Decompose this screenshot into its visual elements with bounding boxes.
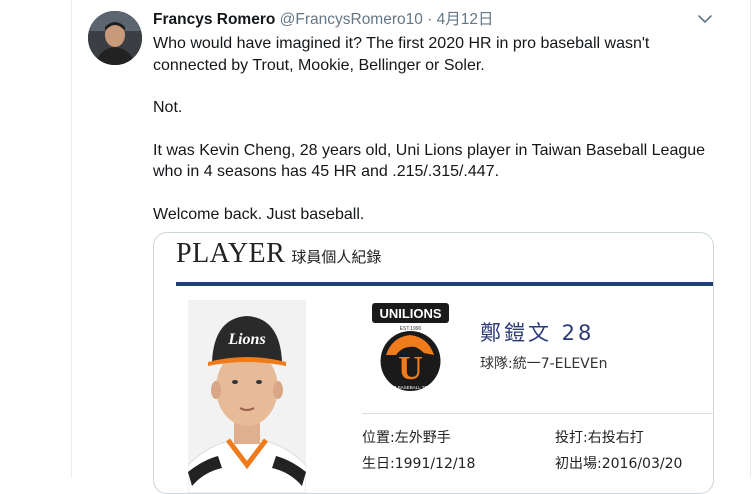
tweet-date[interactable]: 4月12日 [437,11,494,28]
player-position: 位置:左外野手 [362,430,451,446]
card-title-player: PLAYER [176,238,286,269]
player-team: 球隊:統一7-ELEVEn [480,356,608,372]
tweet-paragraph: Welcome back. Just baseball. [153,205,365,223]
avatar[interactable] [88,11,142,65]
logo-wordmark: UNILIONS [379,306,441,321]
tweet-text: Who would have imagined it? The first 20… [153,33,713,225]
timeline-divider-right [750,0,751,478]
cap-logo-text: Lions [227,331,265,348]
logo-letter: U [398,350,423,387]
author-handle[interactable]: @FrancysRomero10 [280,11,423,28]
player-throws-bats: 投打:右投右打 [555,430,644,446]
card-title: PLAYER 球員個人紀錄 [176,238,381,270]
tweet-paragraph: It was Kevin Cheng, 28 years old, Uni Li… [153,141,706,181]
logo-tagline: PRO BASEBALL TEAM [387,385,435,390]
team-logo: UNILIONS EST.1990 U PRO BASEBALL TEAM [372,303,449,395]
info-divider [362,413,713,414]
chevron-down-icon[interactable] [695,9,715,29]
tweet-paragraph: Not. [153,99,183,116]
timeline-divider-left [71,0,72,478]
player-birthdate: 生日:1991/12/18 [362,456,476,472]
avatar-image [88,11,142,65]
author-name[interactable]: Francys Romero [153,11,275,28]
tweet-header: Francys Romero @FrancysRomero10 · 4月12日 [153,10,494,30]
header-separator: · [427,11,433,28]
player-name: 鄭鎧文 28 [480,321,595,345]
card-title-subtitle: 球員個人紀錄 [291,248,382,266]
player-debut: 初出場:2016/03/20 [555,456,683,472]
card-title-bar [176,282,713,286]
media-card[interactable]: PLAYER 球員個人紀錄 Lions UNILIONS EST.1990 U … [153,232,714,494]
tweet-paragraph: Who would have imagined it? The first 20… [153,35,650,74]
player-photo: Lions [188,300,306,493]
